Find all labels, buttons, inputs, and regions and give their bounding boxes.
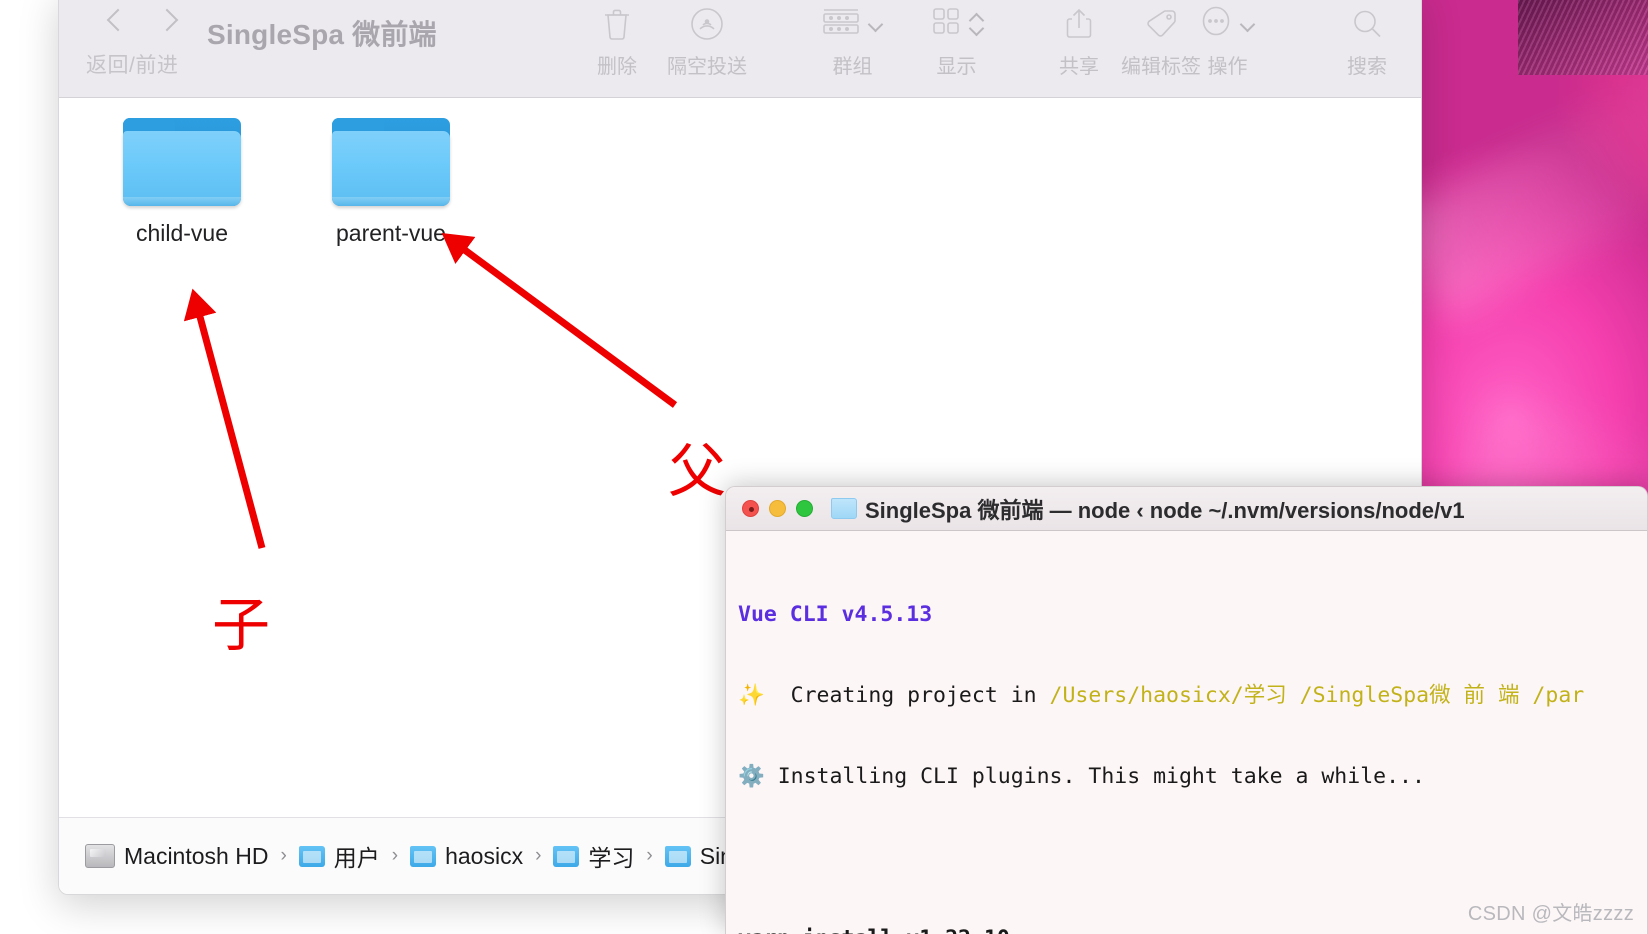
toolbar-label-action: 操作 [1207, 56, 1248, 78]
breadcrumb-separator: › [535, 845, 542, 866]
chevron-up-down-icon[interactable] [969, 8, 983, 40]
minimize-button[interactable] [769, 500, 786, 517]
ellipsis-circle-icon [1199, 4, 1233, 43]
breadcrumb-separator: › [646, 845, 653, 866]
annotation-parent-label: 父 [668, 437, 727, 505]
breadcrumb-label: Macintosh HD [124, 842, 269, 869]
toolbar-item-search[interactable]: 搜索 [1347, 1, 1387, 79]
toolbar-item-share[interactable]: 共享 [1059, 1, 1099, 79]
file-item-parent-vue[interactable]: parent-vue [316, 118, 466, 247]
toolbar-item-airdrop[interactable]: 隔空投送 [667, 1, 747, 79]
share-icon [1064, 1, 1094, 46]
watermark: CSDN @文皓zzzz [1467, 903, 1634, 925]
chevron-right-icon[interactable] [155, 5, 181, 39]
toolbar-label-share: 共享 [1059, 56, 1099, 78]
terminal-line: ⚙️ Installing CLI plugins. This might ta… [738, 764, 1425, 789]
terminal-title-row: SingleSpa 微前端 — node ‹ node ~/.nvm/versi… [831, 493, 1465, 525]
toolbar-label-search: 搜索 [1347, 56, 1387, 78]
breadcrumb-item-users[interactable]: 用户 [298, 839, 380, 873]
terminal-line: ✨ Creating project in /Users/haosicx/学习 … [738, 683, 1585, 708]
toolbar-item-tags[interactable]: 编辑标签 [1121, 1, 1201, 79]
folder-icon [298, 845, 325, 867]
breadcrumb-separator: › [280, 845, 287, 866]
trash-icon [602, 1, 632, 46]
folder-icon [332, 118, 450, 210]
folder-icon [664, 845, 691, 867]
wallpaper-highlight [1390, 76, 1648, 324]
grid-view-icon [930, 5, 962, 42]
breadcrumb-label: 用户 [333, 845, 380, 871]
folder-icon [123, 118, 241, 210]
breadcrumb-item-macintosh-hd[interactable]: Macintosh HD [85, 843, 268, 870]
file-item-child-vue[interactable]: child-vue [107, 118, 257, 247]
breadcrumb-label: 学习 [588, 845, 635, 871]
window-controls[interactable] [742, 500, 813, 517]
toolbar-item-view[interactable]: 显示 [930, 1, 983, 79]
terminal-line: yarn install v1.22.10 [738, 925, 1637, 934]
file-item-label: parent-vue [336, 220, 446, 246]
toolbar-item-action[interactable]: 操作 [1199, 1, 1256, 79]
toolbar-label-tags: 编辑标签 [1121, 56, 1201, 78]
harddisk-icon [85, 844, 115, 868]
chevron-down-icon[interactable] [868, 19, 884, 29]
terminal-title: SingleSpa 微前端 — node ‹ node ~/.nvm/versi… [865, 497, 1465, 523]
chevron-down-icon[interactable] [1240, 19, 1256, 29]
annotation-child-label: 子 [212, 591, 271, 659]
search-icon [1350, 1, 1384, 46]
breadcrumb-separator: › [391, 845, 399, 866]
folder-icon [410, 845, 437, 867]
toolbar-label-delete: 删除 [597, 56, 637, 78]
chevron-left-icon[interactable] [103, 5, 129, 39]
folder-icon [553, 845, 580, 867]
terminal-output[interactable]: Vue CLI v4.5.13 ✨ Creating project in /U… [726, 531, 1647, 934]
screenshot-root: 返回/前进 SingleSpa 微前端 删除 隔空投送 群组 显示 共享 编辑标… [0, 0, 1648, 934]
toolbar-item-delete[interactable]: 删除 [597, 1, 637, 79]
folder-icon [831, 498, 857, 519]
toolbar-label-airdrop: 隔空投送 [667, 56, 747, 78]
terminal-titlebar[interactable]: SingleSpa 微前端 — node ‹ node ~/.nvm/versi… [726, 487, 1647, 531]
terminal-window[interactable]: SingleSpa 微前端 — node ‹ node ~/.nvm/versi… [725, 486, 1648, 934]
toolbar-item-group[interactable]: 群组 [821, 1, 884, 79]
breadcrumb-label: haosicx [445, 842, 524, 869]
airdrop-icon [689, 1, 725, 46]
page-title: SingleSpa 微前端 [207, 19, 437, 50]
navigation-arrows[interactable] [103, 5, 181, 39]
terminal-line: Vue CLI v4.5.13 [738, 602, 933, 627]
breadcrumb-item-study[interactable]: 学习 [553, 839, 634, 873]
toolbar-label-view: 显示 [936, 56, 977, 78]
group-icon [821, 4, 861, 43]
tag-icon [1143, 1, 1179, 46]
file-item-label: child-vue [135, 220, 229, 246]
wallpaper-texture [1518, 0, 1648, 75]
navigation-label: 返回/前进 [86, 54, 179, 77]
breadcrumb-item-haosicx[interactable]: haosicx [410, 843, 523, 870]
zoom-button[interactable] [796, 500, 813, 517]
close-button[interactable] [742, 500, 759, 517]
finder-toolbar: 返回/前进 SingleSpa 微前端 删除 隔空投送 群组 显示 共享 编辑标… [59, 0, 1421, 98]
toolbar-label-group: 群组 [832, 56, 873, 78]
